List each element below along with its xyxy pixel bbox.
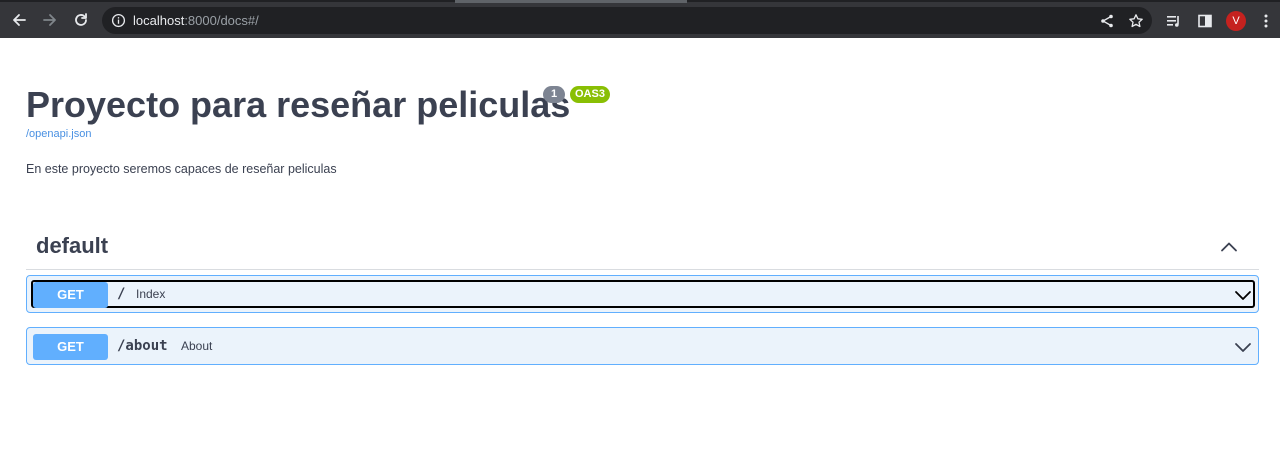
chevron-up-icon[interactable] — [1219, 237, 1239, 257]
operation-get-index[interactable]: GET / Index — [26, 275, 1259, 313]
menu-button[interactable] — [1256, 11, 1276, 31]
http-method-badge: GET — [33, 334, 108, 360]
info-icon[interactable] — [111, 13, 126, 28]
address-bar[interactable]: localhost:8000/docs#/ — [102, 7, 1152, 34]
operation-summary: Index — [136, 287, 166, 301]
media-button[interactable] — [1164, 11, 1184, 31]
url-text: localhost:8000/docs#/ — [133, 13, 259, 28]
active-tab-edge — [455, 0, 687, 3]
tag-name: default — [36, 233, 109, 258]
bookmark-button[interactable] — [1126, 11, 1146, 31]
page-title: Proyecto para reseñar peliculas — [26, 84, 571, 125]
side-panel-button[interactable] — [1195, 11, 1215, 31]
openapi-spec-link[interactable]: /openapi.json — [26, 127, 91, 141]
back-arrow-icon — [13, 14, 26, 26]
operation-path: /about — [117, 338, 168, 354]
oas-badge: OAS3 — [570, 86, 610, 103]
reload-icon — [75, 13, 87, 26]
back-button[interactable] — [7, 8, 31, 32]
star-icon — [1129, 14, 1143, 28]
url-path: :8000/docs#/ — [184, 13, 259, 28]
url-host: localhost — [133, 13, 185, 28]
forward-button[interactable] — [38, 8, 62, 32]
operation-summary: About — [181, 339, 213, 353]
chevron-down-icon[interactable] — [1233, 337, 1253, 357]
operation-path: / — [117, 286, 126, 302]
tag-header[interactable]: default — [26, 225, 1259, 270]
kebab-menu-icon — [1264, 14, 1268, 28]
forward-arrow-icon — [43, 14, 56, 26]
share-button[interactable] — [1097, 11, 1117, 31]
focus-outline — [31, 280, 1255, 308]
reload-button[interactable] — [69, 8, 93, 32]
api-description: En este proyecto seremos capaces de rese… — [26, 162, 337, 176]
side-panel-icon — [1198, 14, 1212, 28]
version-badge: 1 — [543, 86, 565, 103]
avatar[interactable]: V — [1226, 11, 1246, 31]
chevron-down-icon[interactable] — [1233, 285, 1253, 305]
http-method-badge: GET — [33, 282, 108, 308]
tag-section-default: default GET / Index GET /about About — [26, 225, 1259, 365]
media-queue-icon — [1167, 16, 1179, 27]
browser-toolbar: localhost:8000/docs#/ V — [0, 0, 1280, 38]
share-icon — [1101, 14, 1113, 28]
operation-get-about[interactable]: GET /about About — [26, 327, 1259, 365]
